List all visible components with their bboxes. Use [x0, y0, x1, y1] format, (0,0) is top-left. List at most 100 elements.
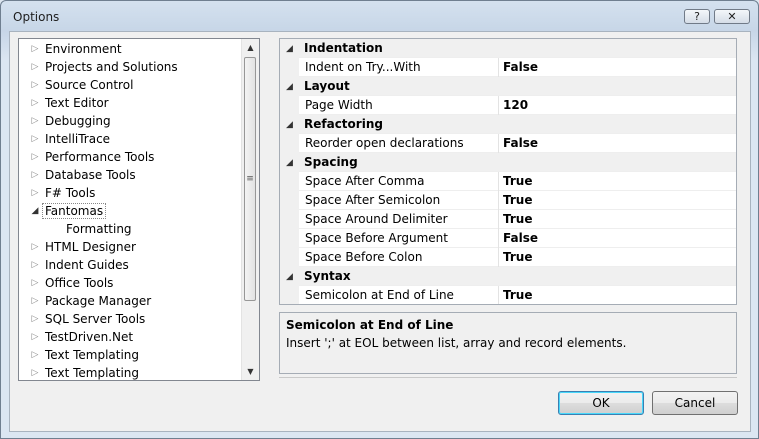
- tree-item[interactable]: ◢ Fantomas: [28, 202, 107, 220]
- expand-arrow-icon[interactable]: ▷: [28, 170, 42, 180]
- property-name: Page Width: [305, 98, 373, 112]
- tree-item[interactable]: ▷ Source Control: [28, 76, 136, 94]
- tree-item[interactable]: ▷ Package Manager: [28, 292, 154, 310]
- tree-item[interactable]: ▷ Indent Guides: [28, 256, 132, 274]
- property-value[interactable]: False: [503, 60, 538, 74]
- property-value[interactable]: True: [503, 250, 532, 264]
- column-divider[interactable]: [498, 286, 499, 304]
- column-divider[interactable]: [498, 96, 499, 115]
- tree-item-label: Text Templating: [45, 348, 140, 362]
- tree-item[interactable]: ▷ TestDriven.Net: [28, 328, 136, 346]
- ok-button[interactable]: OK: [558, 391, 644, 415]
- tree-item[interactable]: ▷ Debugging: [28, 112, 114, 130]
- tree-item[interactable]: ▷ Text Templating: [28, 346, 142, 364]
- column-divider[interactable]: [498, 191, 499, 210]
- expand-arrow-icon[interactable]: ▷: [28, 62, 42, 72]
- expand-arrow-icon[interactable]: ▷: [28, 116, 42, 126]
- tree-item[interactable]: ▷ F# Tools: [28, 184, 98, 202]
- property-name: Space After Comma: [305, 174, 425, 188]
- tree-item[interactable]: ▷ Text Templating: [28, 364, 142, 380]
- property-value[interactable]: True: [503, 174, 532, 188]
- property-row[interactable]: Page Width 120: [280, 96, 736, 115]
- property-grid[interactable]: ◢ Indentation Indent on Try...With False ◢ La…: [279, 38, 737, 305]
- description-text: Insert ';' at EOL between list, array an…: [286, 336, 627, 350]
- expand-arrow-icon[interactable]: ▷: [28, 80, 42, 90]
- close-button[interactable]: ✕: [714, 9, 750, 24]
- property-name: Semicolon at End of Line: [305, 288, 454, 302]
- property-row[interactable]: Semicolon at End of Line True: [280, 286, 736, 304]
- property-value[interactable]: True: [503, 193, 532, 207]
- grid-gutter: [280, 96, 299, 115]
- scroll-thumb[interactable]: ≡: [244, 57, 256, 301]
- property-row[interactable]: Space Before Argument False: [280, 229, 736, 248]
- expand-arrow-icon[interactable]: ▷: [28, 278, 42, 288]
- property-category[interactable]: ◢ Layout: [280, 77, 736, 96]
- tree-item-label: Fantomas: [42, 203, 107, 219]
- property-row[interactable]: Space Before Colon True: [280, 248, 736, 267]
- column-divider[interactable]: [498, 248, 499, 267]
- property-value[interactable]: True: [503, 212, 532, 226]
- expand-arrow-icon[interactable]: ▷: [28, 44, 42, 54]
- tree-item[interactable]: ▷ SQL Server Tools: [28, 310, 148, 328]
- property-category[interactable]: ◢ Syntax: [280, 267, 736, 286]
- tree-item[interactable]: ▷ Office Tools: [28, 274, 116, 292]
- property-value[interactable]: 120: [503, 98, 528, 112]
- collapse-arrow-icon[interactable]: ◢: [280, 115, 299, 134]
- scroll-down-arrow-icon[interactable]: ▼: [242, 363, 259, 380]
- property-row[interactable]: Space After Semicolon True: [280, 191, 736, 210]
- tree-item[interactable]: ▷ Performance Tools: [28, 148, 157, 166]
- grid-gutter: [280, 58, 299, 77]
- expand-arrow-icon[interactable]: ▷: [28, 98, 42, 108]
- tree-item[interactable]: ▷ Environment: [28, 40, 125, 58]
- expand-arrow-icon[interactable]: ▷: [28, 368, 42, 378]
- category-label: Layout: [304, 79, 350, 93]
- column-divider[interactable]: [498, 172, 499, 191]
- property-category[interactable]: ◢ Spacing: [280, 153, 736, 172]
- column-divider[interactable]: [498, 134, 499, 153]
- property-value[interactable]: True: [503, 288, 532, 302]
- collapse-arrow-icon[interactable]: ◢: [280, 77, 299, 96]
- tree-item[interactable]: ▷ HTML Designer: [28, 238, 139, 256]
- tree-item-label: Office Tools: [45, 276, 114, 290]
- column-divider[interactable]: [498, 58, 499, 77]
- expand-arrow-icon[interactable]: ▷: [28, 152, 42, 162]
- tree-item[interactable]: ▷ IntelliTrace: [28, 130, 113, 148]
- expand-arrow-icon[interactable]: ▷: [28, 332, 42, 342]
- property-category[interactable]: ◢ Indentation: [280, 39, 736, 58]
- expand-arrow-icon[interactable]: ▷: [28, 188, 42, 198]
- expand-arrow-icon[interactable]: ▷: [28, 260, 42, 270]
- collapse-arrow-icon[interactable]: ◢: [28, 206, 42, 216]
- expand-arrow-icon[interactable]: ▷: [28, 350, 42, 360]
- cancel-button[interactable]: Cancel: [652, 391, 738, 415]
- property-row[interactable]: Indent on Try...With False: [280, 58, 736, 77]
- expand-arrow-icon[interactable]: ▷: [28, 242, 42, 252]
- scroll-up-arrow-icon[interactable]: ▲: [242, 39, 259, 56]
- tree-item-label: TestDriven.Net: [45, 330, 134, 344]
- property-category[interactable]: ◢ Refactoring: [280, 115, 736, 134]
- property-row[interactable]: Space Around Delimiter True: [280, 210, 736, 229]
- property-row[interactable]: Space After Comma True: [280, 172, 736, 191]
- tree-item[interactable]: Formatting: [49, 220, 135, 238]
- expand-arrow-icon[interactable]: ▷: [28, 314, 42, 324]
- property-value[interactable]: False: [503, 136, 538, 150]
- options-tree[interactable]: ▷ Environment ▷ Projects and Solutions ▷ Sour…: [18, 38, 260, 381]
- collapse-arrow-icon[interactable]: ◢: [280, 39, 299, 58]
- property-row[interactable]: Reorder open declarations False: [280, 134, 736, 153]
- title-bar[interactable]: Options ? ✕: [1, 1, 758, 31]
- grid-gutter: [280, 286, 299, 304]
- tree-item[interactable]: ▷ Database Tools: [28, 166, 139, 184]
- expand-arrow-icon[interactable]: ▷: [28, 296, 42, 306]
- tree-item[interactable]: ▷ Projects and Solutions: [28, 58, 181, 76]
- column-divider[interactable]: [498, 210, 499, 229]
- tree-item[interactable]: ▷ Text Editor: [28, 94, 112, 112]
- column-divider[interactable]: [498, 229, 499, 248]
- expand-arrow-icon[interactable]: ▷: [28, 134, 42, 144]
- help-button[interactable]: ?: [684, 9, 710, 24]
- property-value[interactable]: False: [503, 231, 538, 245]
- collapse-arrow-icon[interactable]: ◢: [280, 153, 299, 172]
- category-label: Spacing: [304, 155, 358, 169]
- tree-scrollbar[interactable]: ▲ ≡ ▼: [241, 39, 259, 380]
- grid-gutter: [280, 248, 299, 267]
- collapse-arrow-icon[interactable]: ◢: [280, 267, 299, 286]
- tree-item-label: IntelliTrace: [45, 132, 111, 146]
